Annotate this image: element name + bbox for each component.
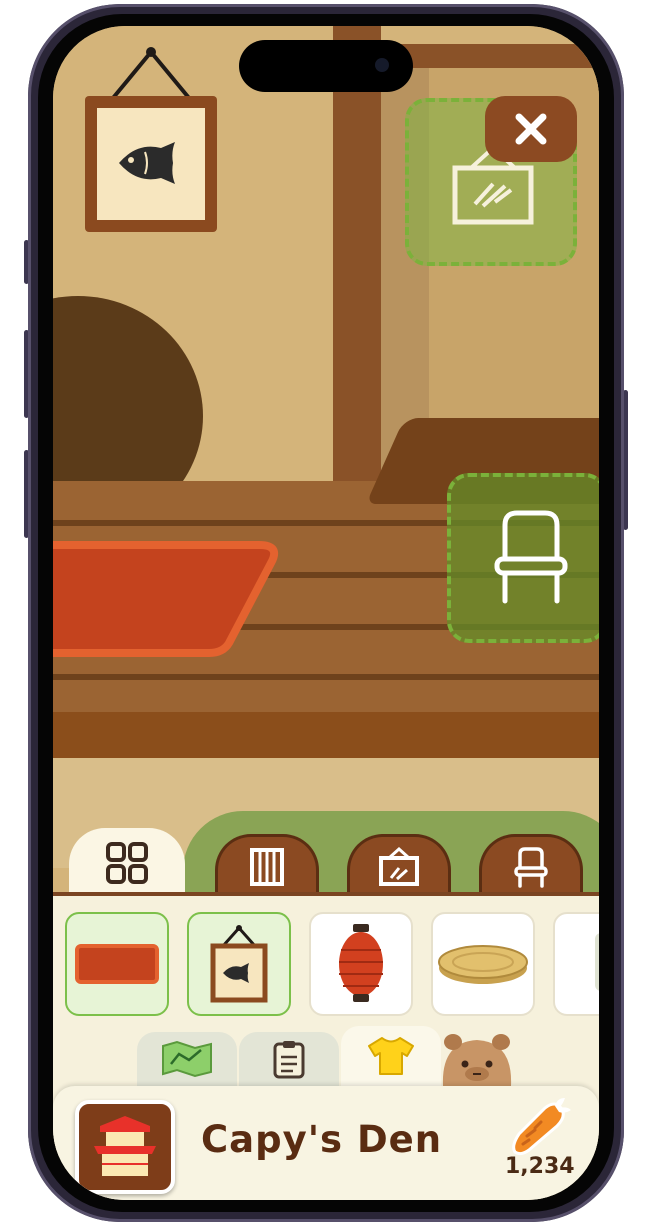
tab-storage[interactable]: [215, 834, 319, 896]
item-fish-picture[interactable]: [187, 912, 291, 1016]
ceiling-beam: [381, 44, 599, 68]
room-title: Capy's Den: [201, 1118, 443, 1161]
placed-fish-picture[interactable]: [85, 96, 217, 232]
item-partial-icon: [595, 933, 599, 991]
floor-edge: [53, 712, 599, 758]
picture-hanging-string: [111, 47, 191, 100]
picture-canvas: [97, 108, 205, 220]
fish-icon: [119, 142, 175, 184]
capybara-icon: [442, 1034, 512, 1086]
carrot-count: 1,234: [505, 1154, 575, 1179]
round-cushion-icon: [438, 945, 528, 984]
tab-wall-decor[interactable]: [347, 834, 451, 896]
placement-slot-seating[interactable]: [447, 473, 599, 643]
carrot-icon: [512, 1098, 571, 1156]
clipboard-icon: [273, 1041, 305, 1079]
chair-icon: [514, 846, 548, 888]
wooden-pillar: [333, 26, 381, 486]
chair-icon: [494, 510, 568, 604]
paper-lantern-icon: [339, 924, 383, 1002]
tab-seating[interactable]: [479, 834, 583, 896]
category-tab-clothes[interactable]: [341, 1026, 441, 1086]
shirt-icon: [368, 1037, 414, 1075]
shelf-icon: [250, 847, 284, 886]
close-button[interactable]: [485, 96, 577, 162]
placed-red-rug[interactable]: [53, 541, 283, 657]
room-select-button[interactable]: [75, 1100, 175, 1194]
tab-all[interactable]: [69, 828, 185, 898]
picture-frame-icon: [379, 846, 419, 886]
front-camera: [375, 58, 389, 72]
map-icon: [162, 1040, 212, 1078]
item-round-cushion[interactable]: [431, 912, 535, 1016]
category-tab-capybara[interactable]: [433, 1028, 521, 1086]
item-red-rug[interactable]: [65, 912, 169, 1016]
close-icon: [515, 113, 547, 145]
category-tab-map[interactable]: [137, 1032, 237, 1086]
dynamic-island: [239, 40, 413, 92]
red-rug-icon: [75, 944, 159, 984]
game-screen: Capy's Den 1,234: [53, 26, 599, 1200]
item-partial[interactable]: [553, 912, 599, 1016]
floor-plank-line: [53, 674, 599, 680]
item-paper-lantern[interactable]: [309, 912, 413, 1016]
category-tab-clipboard[interactable]: [239, 1032, 339, 1086]
pagoda-house-icon: [94, 1116, 156, 1176]
fish-picture-icon: [210, 925, 268, 1003]
grid-icon: [106, 842, 148, 884]
